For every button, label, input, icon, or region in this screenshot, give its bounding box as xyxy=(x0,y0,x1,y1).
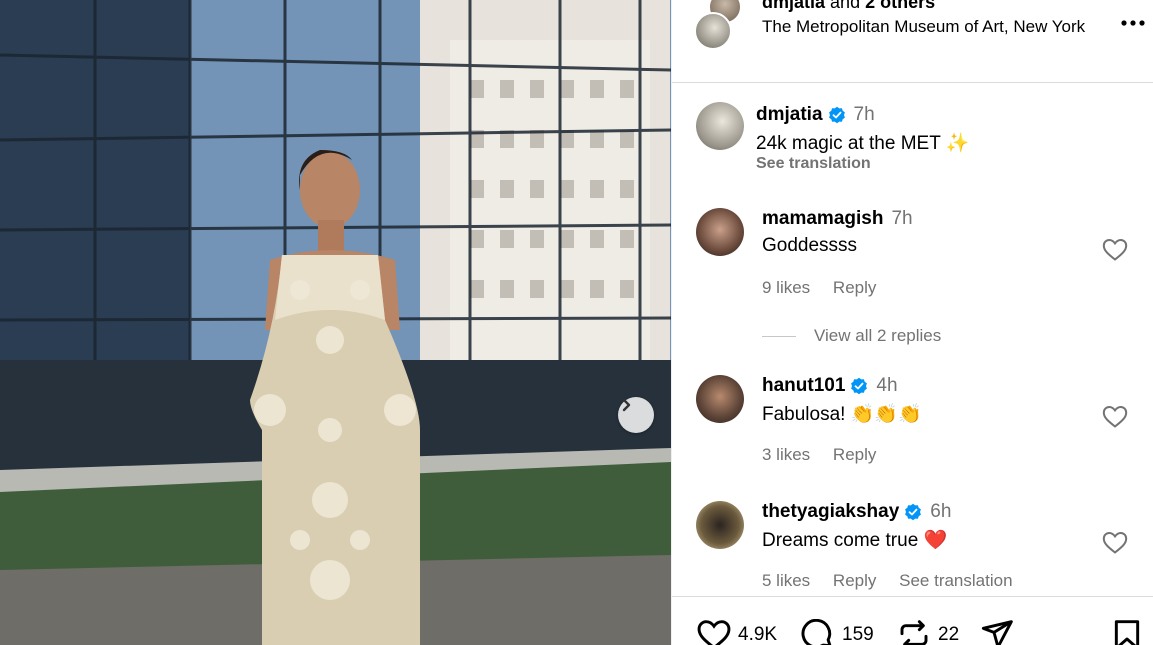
location-link[interactable]: The Metropolitan Museum of Art, New York xyxy=(762,15,1092,39)
repost-icon xyxy=(900,620,928,645)
verified-badge-icon xyxy=(828,106,845,124)
post-header: dmjatia and 2 others The Metropolitan Mu… xyxy=(672,0,1153,83)
reply-button[interactable]: Reply xyxy=(833,445,876,464)
comment-header: thetyagiakshay 6h xyxy=(762,501,951,523)
next-photo-button[interactable] xyxy=(618,397,654,433)
post-authors: dmjatia and 2 others xyxy=(762,0,935,13)
comment-likes[interactable]: 5 likes xyxy=(762,571,810,590)
avatar[interactable] xyxy=(696,208,744,256)
post-action-bar: 4.9K 159 22 xyxy=(672,596,1153,645)
comment-time[interactable]: 4h xyxy=(876,375,897,397)
comments-count[interactable]: 159 xyxy=(842,624,874,645)
like-comment-heart-icon[interactable] xyxy=(1102,238,1128,262)
author-username[interactable]: dmjatia xyxy=(762,0,825,12)
collab-avatars[interactable] xyxy=(694,0,746,52)
repost-button[interactable]: 22 xyxy=(896,619,959,645)
see-translation-link[interactable]: See translation xyxy=(899,571,1012,590)
caption-time[interactable]: 7h xyxy=(854,104,875,126)
comment-username[interactable]: mamamagish xyxy=(762,208,883,230)
verified-badge-icon xyxy=(851,377,868,395)
likes-count[interactable]: 4.9K xyxy=(738,624,777,645)
save-button[interactable] xyxy=(1112,619,1148,645)
reposts-count[interactable]: 22 xyxy=(938,624,959,645)
post-side-panel: dmjatia and 2 others The Metropolitan Mu… xyxy=(671,0,1153,645)
heart-icon xyxy=(697,620,731,645)
authors-joiner: and xyxy=(830,0,861,12)
avatar[interactable] xyxy=(696,102,744,150)
comment-likes[interactable]: 3 likes xyxy=(762,445,810,464)
comment-header: mamamagish 7h xyxy=(762,208,913,230)
comment-meta: 5 likes Reply See translation xyxy=(762,571,1031,591)
share-button[interactable] xyxy=(980,619,1022,645)
replies-divider xyxy=(762,335,796,337)
more-options-button[interactable] xyxy=(1118,10,1148,36)
view-replies-button[interactable]: View all 2 replies xyxy=(762,326,941,346)
caption-header: dmjatia 7h xyxy=(756,104,875,126)
caption-text: 24k magic at the MET ✨ xyxy=(756,133,970,154)
verified-badge-icon xyxy=(905,503,922,521)
comment-button[interactable]: 159 xyxy=(800,619,874,645)
comment-likes[interactable]: 9 likes xyxy=(762,278,810,297)
caption-username[interactable]: dmjatia xyxy=(756,104,823,126)
view-replies-label: View all 2 replies xyxy=(814,326,942,345)
avatar[interactable] xyxy=(696,501,744,549)
comment-time[interactable]: 7h xyxy=(891,208,912,230)
see-translation-link[interactable]: See translation xyxy=(756,155,871,173)
comment-header: hanut101 4h xyxy=(762,375,898,397)
send-icon xyxy=(981,620,1013,645)
comment-username[interactable]: hanut101 xyxy=(762,375,845,397)
comment-username[interactable]: thetyagiakshay xyxy=(762,501,899,523)
post-photo[interactable] xyxy=(0,0,671,645)
reply-button[interactable]: Reply xyxy=(833,278,876,297)
comment-icon xyxy=(801,619,832,645)
comment-text: Goddessss xyxy=(762,235,858,256)
more-icon xyxy=(1121,20,1145,26)
avatar[interactable] xyxy=(694,12,732,50)
comment-time[interactable]: 6h xyxy=(930,501,951,523)
comment-text: Dreams come true ❤️ xyxy=(762,530,948,551)
comment-text: Fabulosa! 👏👏👏 xyxy=(762,404,922,425)
like-comment-heart-icon[interactable] xyxy=(1102,531,1128,555)
like-button[interactable]: 4.9K xyxy=(696,619,777,645)
reply-button[interactable]: Reply xyxy=(833,571,876,590)
authors-others-link[interactable]: 2 others xyxy=(865,0,935,12)
chevron-right-icon xyxy=(622,398,631,412)
comment-meta: 9 likes Reply xyxy=(762,278,894,298)
bookmark-icon xyxy=(1114,620,1140,645)
avatar[interactable] xyxy=(696,375,744,423)
photo-illustration xyxy=(0,0,671,645)
like-comment-heart-icon[interactable] xyxy=(1102,405,1128,429)
comment-meta: 3 likes Reply xyxy=(762,445,894,465)
